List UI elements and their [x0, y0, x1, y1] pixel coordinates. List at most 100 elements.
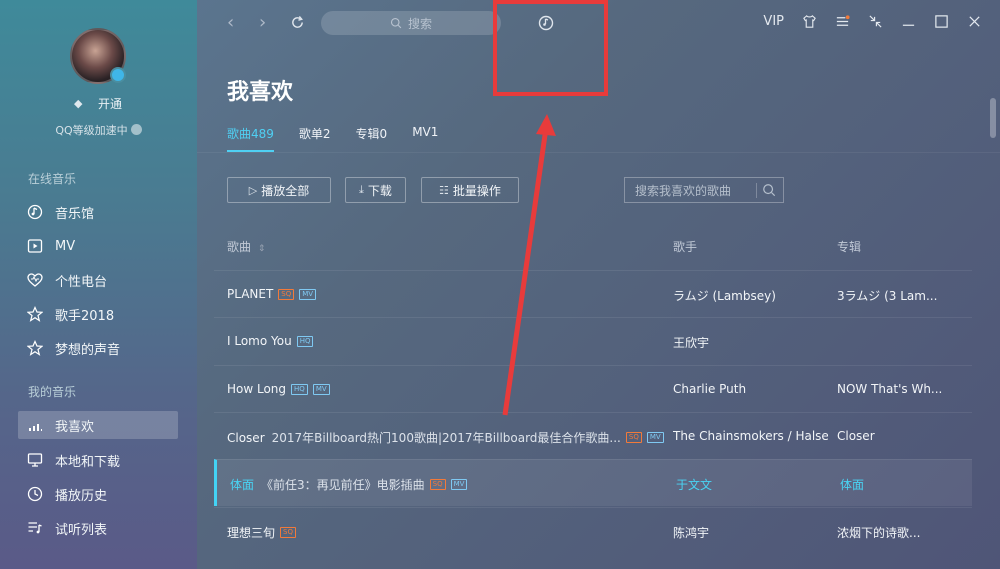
column-song-header[interactable]: 歌曲 ⇕ [227, 238, 265, 255]
sidebar-item-label: 歌手2018 [55, 308, 115, 324]
song-title-cell[interactable]: 理想三旬 SQ [227, 524, 667, 541]
favorites-search-placeholder: 搜索我喜欢的歌曲 [635, 183, 732, 198]
skin-icon[interactable] [801, 12, 817, 30]
song-description: 2017年Billboard热门100歌曲|2017年Billboard最佳合作… [271, 431, 621, 445]
play-icon: ▷ [248, 183, 258, 197]
sidebar-item-label: 梦想的声音 [55, 342, 121, 358]
close-icon[interactable] [966, 12, 982, 30]
scrollbar[interactable] [990, 98, 996, 138]
download-label: 下载 [367, 183, 392, 198]
table-row[interactable]: How Long HQ MV Charlie Puth NOW That's Wh... [214, 365, 972, 412]
singer-cell[interactable]: 王欣宇 [673, 334, 828, 351]
minimize-icon[interactable] [900, 12, 916, 30]
table-row[interactable]: 体面 《前任3：再见前任》电影插曲 SQ MV 于文文 体面 [214, 459, 972, 506]
song-title[interactable]: 理想三旬 [227, 524, 275, 541]
check-icon [130, 124, 142, 135]
album-cell[interactable]: Closer [837, 429, 967, 443]
sidebar-item-label: 我喜欢 [55, 419, 95, 435]
sidebar-item-label: 个性电台 [55, 274, 108, 290]
maximize-icon[interactable] [933, 12, 949, 30]
song-title[interactable]: Closer [227, 431, 265, 445]
mv-badge[interactable]: MV [450, 479, 468, 490]
song-title-cell[interactable]: Closer 2017年Billboard热门100歌曲|2017年Billboa… [227, 429, 667, 446]
play-all-button[interactable]: ▷ 播放全部 [227, 177, 331, 203]
sidebar-item-radio[interactable]: 个性电台 [18, 266, 178, 294]
mv-icon [26, 237, 44, 255]
song-title[interactable]: I Lomo You [227, 334, 292, 348]
sidebar-item-favorites[interactable]: 我喜欢 [18, 411, 178, 439]
sidebar-item-singer2018[interactable]: 歌手2018 [18, 300, 178, 328]
table-row[interactable]: PLANET SQ MV ラムジ (Lambsey) 3ラムジ (3 Lam... [214, 270, 972, 317]
sidebar: ◆ 开通 QQ等级加速中 在线音乐 音乐馆 MV 个性电台 歌手2018 梦想的… [0, 0, 197, 569]
annotation-highlight-box [493, 0, 608, 96]
table-row[interactable]: I Lomo You HQ 王欣宇 [214, 317, 972, 364]
play-all-label: 播放全部 [261, 183, 310, 198]
sidebar-item-history[interactable]: 播放历史 [18, 480, 178, 508]
sidebar-item-mv[interactable]: MV [18, 232, 178, 260]
sort-icon[interactable]: ⇕ [258, 244, 266, 254]
search-divider [756, 183, 757, 198]
hq-badge: HQ [291, 383, 308, 395]
song-title-cell[interactable]: PLANET SQ MV [227, 287, 667, 301]
table-row[interactable]: 理想三旬 SQ 陈鸿宇 浓烟下的诗歌... [214, 507, 972, 554]
qq-level-status: QQ等级加速中 [0, 122, 197, 138]
mv-badge[interactable]: MV [312, 383, 330, 395]
page-title: 我喜欢 [227, 80, 294, 105]
tab-playlists[interactable]: 歌单2 [299, 125, 331, 152]
song-title-cell[interactable]: How Long HQ MV [227, 382, 667, 396]
refresh-icon[interactable] [290, 15, 306, 33]
download-button[interactable]: ⤓ 下载 [345, 177, 406, 203]
music-hall-icon [26, 203, 44, 221]
album-cell[interactable]: 体面 [840, 476, 970, 493]
global-search-input[interactable]: 搜索 [321, 11, 501, 35]
tab-bar: 歌曲489 歌单2 专辑0 MV1 [227, 125, 438, 152]
star-icon [26, 305, 44, 323]
vip-link[interactable]: VIP [763, 14, 784, 29]
batch-label: 批量操作 [452, 183, 501, 198]
radio-heart-icon [26, 271, 44, 289]
song-title-cell[interactable]: I Lomo You HQ [227, 334, 667, 348]
song-title[interactable]: How Long [227, 382, 286, 396]
vip-row[interactable]: ◆ 开通 [74, 95, 122, 112]
singer-cell[interactable]: The Chainsmokers / Halsey [673, 429, 828, 443]
qq-badge-icon [110, 67, 126, 83]
forward-arrow-icon[interactable]: › [259, 14, 275, 32]
song-title-cell[interactable]: 体面 《前任3：再见前任》电影插曲 SQ MV [230, 476, 670, 493]
search-icon[interactable] [762, 183, 776, 197]
history-icon [26, 485, 44, 503]
playlist-icon [26, 519, 44, 537]
table-row[interactable]: Closer 2017年Billboard热门100歌曲|2017年Billboa… [214, 412, 972, 459]
album-cell[interactable]: 浓烟下的诗歌... [837, 524, 967, 541]
favorites-search-input[interactable]: 搜索我喜欢的歌曲 [624, 177, 784, 203]
list-check-icon: ☷ [439, 183, 449, 197]
album-cell[interactable]: 3ラムジ (3 Lam... [837, 287, 967, 304]
menu-icon[interactable] [834, 12, 850, 30]
song-title[interactable]: PLANET [227, 287, 273, 301]
sidebar-item-label: 试听列表 [55, 522, 108, 538]
sidebar-item-dream-voice[interactable]: 梦想的声音 [18, 334, 178, 362]
star-outline-icon [26, 339, 44, 357]
sq-badge: SQ [625, 432, 642, 443]
column-singer-header: 歌手 [673, 240, 698, 254]
singer-cell[interactable]: ラムジ (Lambsey) [673, 287, 828, 304]
singer-cell[interactable]: 于文文 [676, 476, 831, 493]
song-title[interactable]: 体面 [230, 476, 254, 493]
album-cell[interactable]: NOW That's Wh... [837, 382, 967, 396]
back-arrow-icon[interactable]: ‹ [227, 14, 243, 32]
section-title-online: 在线音乐 [28, 172, 77, 186]
mv-badge[interactable]: MV [646, 432, 664, 443]
sidebar-item-trial-list[interactable]: 试听列表 [18, 514, 178, 542]
sidebar-item-music-hall[interactable]: 音乐馆 [18, 198, 178, 226]
monitor-icon [26, 451, 44, 469]
singer-cell[interactable]: 陈鸿宇 [673, 524, 828, 541]
tab-albums[interactable]: 专辑0 [356, 125, 388, 152]
tab-songs[interactable]: 歌曲489 [227, 125, 274, 152]
batch-operation-button[interactable]: ☷ 批量操作 [421, 177, 519, 203]
tab-mv[interactable]: MV1 [412, 125, 438, 152]
mv-badge[interactable]: MV [299, 288, 317, 300]
mini-mode-icon[interactable] [867, 12, 883, 30]
singer-cell[interactable]: Charlie Puth [673, 382, 828, 396]
vip-open-label[interactable]: 开通 [98, 95, 122, 112]
column-album-header: 专辑 [837, 240, 862, 254]
sidebar-item-local-download[interactable]: 本地和下载 [18, 446, 178, 474]
